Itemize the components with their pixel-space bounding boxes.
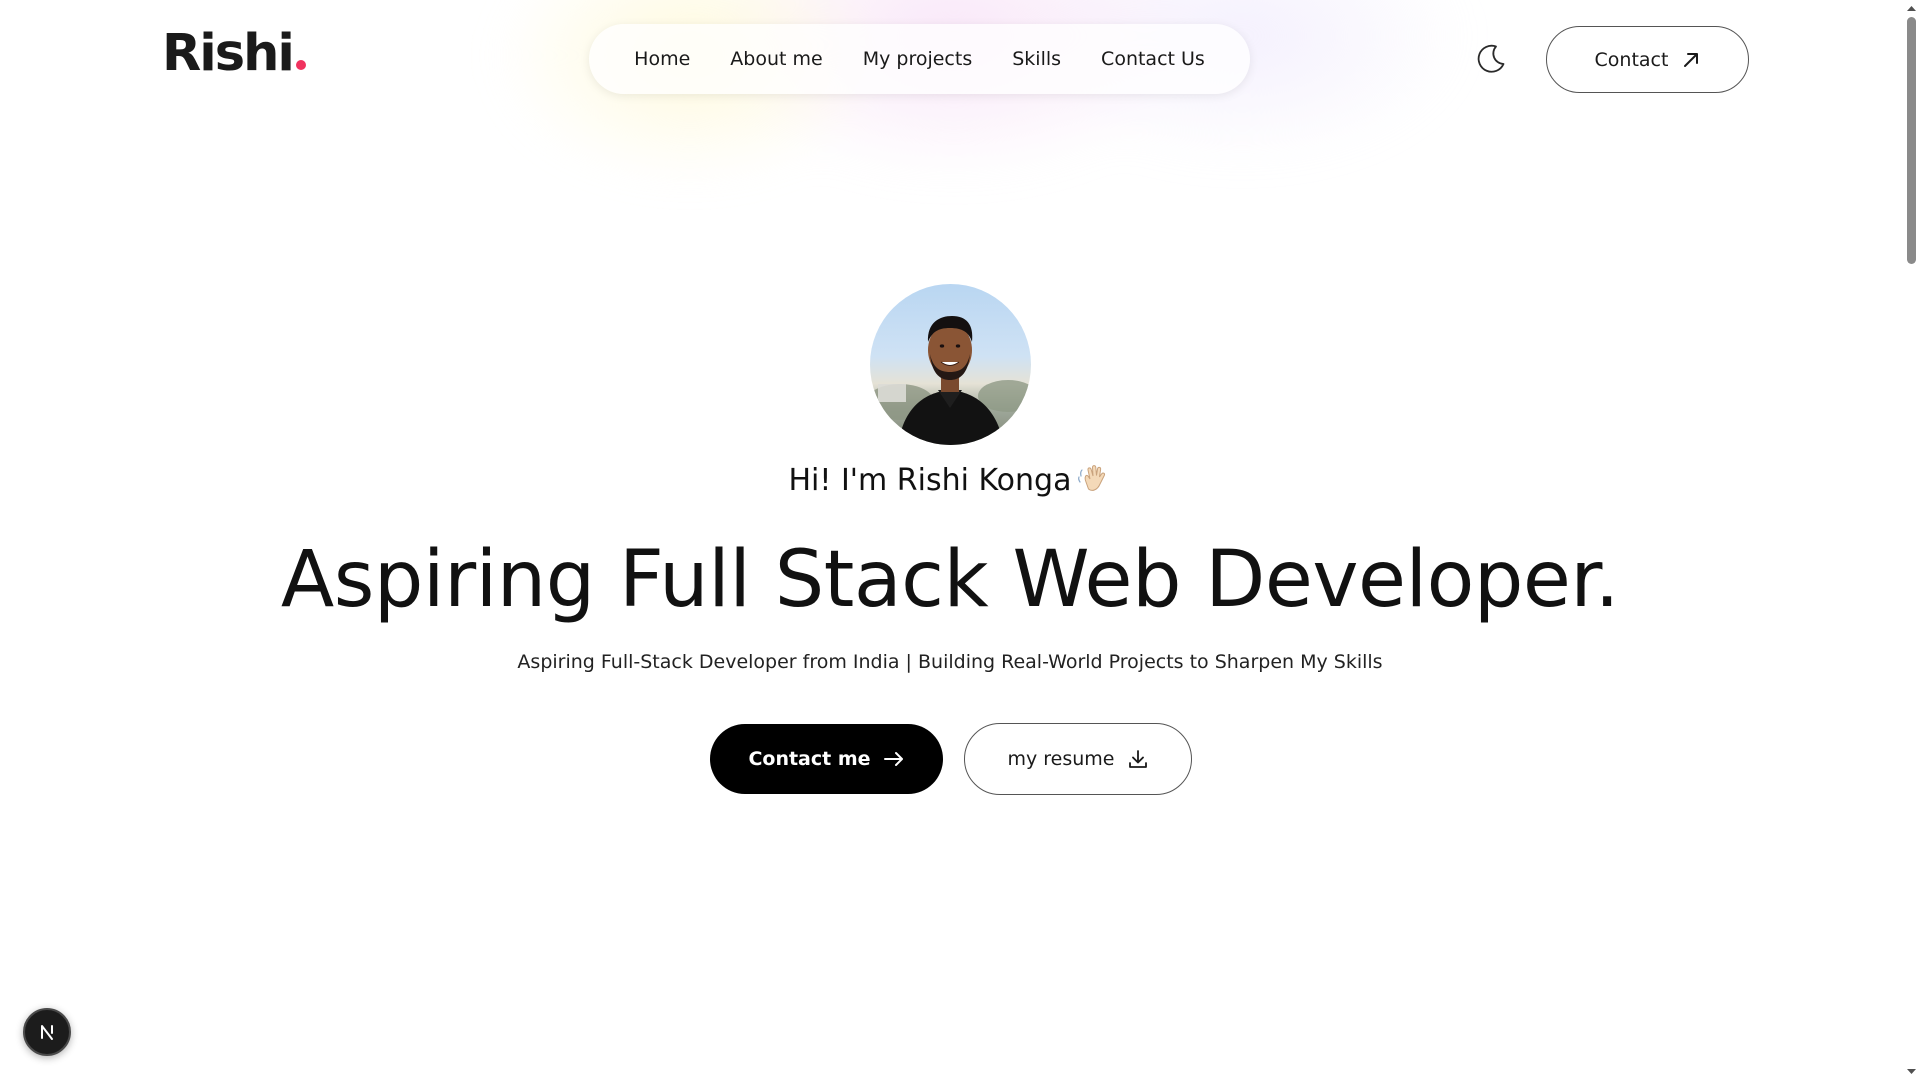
avatar [870, 284, 1031, 445]
resume-button[interactable]: my resume [964, 723, 1192, 795]
greeting: Hi! I'm Rishi Konga [0, 462, 1900, 498]
nextjs-logo-icon [41, 1025, 53, 1040]
page: Rishi Home About me My projects Skills C… [0, 0, 1920, 1080]
scroll-down-arrow-icon[interactable] [1906, 1066, 1917, 1077]
scroll-up-arrow-icon[interactable] [1906, 3, 1917, 14]
contact-button[interactable]: Contact [1546, 26, 1749, 93]
main-nav: Home About me My projects Skills Contact… [589, 24, 1250, 94]
arrow-right-icon [883, 752, 903, 766]
nav-item-about-me[interactable]: About me [730, 48, 822, 70]
hero-subtitle: Aspiring Full-Stack Developer from India… [517, 651, 1383, 673]
hero-headline: Aspiring Full Stack Web Developer. [280, 535, 1620, 625]
arrow-up-right-icon [1684, 52, 1699, 67]
contact-me-label: Contact me [748, 748, 871, 770]
resume-label: my resume [1007, 748, 1115, 770]
contact-button-label: Contact [1594, 48, 1669, 71]
scrollbar-thumb[interactable] [1907, 17, 1916, 264]
vertical-scrollbar[interactable] [1903, 0, 1920, 1080]
profile-photo [870, 316, 1031, 445]
logo[interactable]: Rishi [162, 28, 306, 79]
nav-item-contact-us[interactable]: Contact Us [1101, 48, 1205, 70]
nav-item-my-projects[interactable]: My projects [863, 48, 973, 70]
nav-item-home[interactable]: Home [634, 48, 690, 70]
nav-item-skills[interactable]: Skills [1012, 48, 1061, 70]
contact-me-button[interactable]: Contact me [710, 724, 943, 794]
logo-text: Rishi [162, 24, 295, 83]
greeting-text: Hi! I'm Rishi Konga [788, 463, 1072, 498]
download-icon [1128, 750, 1147, 768]
theme-toggle-button[interactable] [1474, 42, 1508, 76]
logo-dot [295, 60, 306, 70]
waving-hand-icon [1078, 465, 1106, 491]
nextjs-dev-badge[interactable] [23, 1008, 71, 1056]
moon-icon [1477, 44, 1505, 73]
